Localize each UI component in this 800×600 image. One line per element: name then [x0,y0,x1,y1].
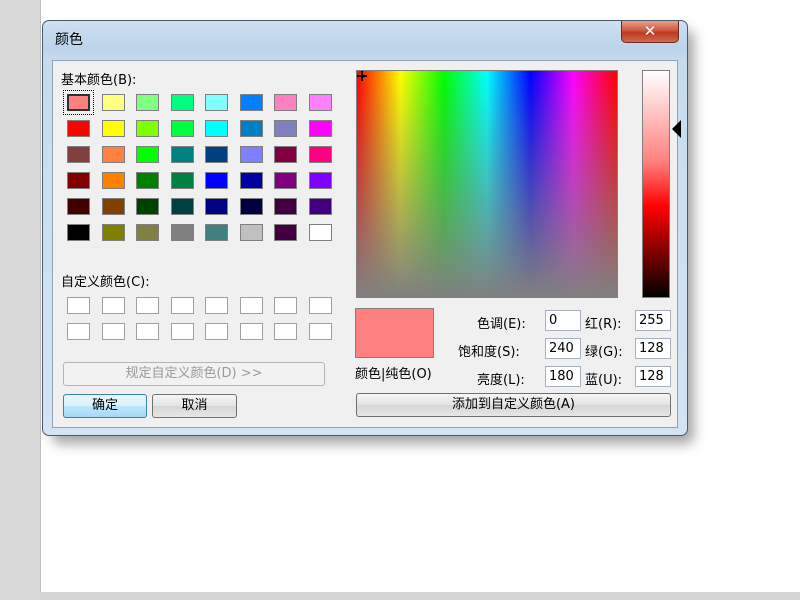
basic-color-swatch[interactable] [205,172,228,189]
basic-color-swatch[interactable] [67,172,90,189]
basic-color-swatch[interactable] [239,172,263,189]
basic-color-swatch[interactable] [136,146,159,163]
background-footer [40,592,800,600]
custom-color-swatch[interactable] [67,323,90,340]
basic-color-swatch[interactable] [170,94,194,111]
color-preview [355,308,434,358]
luminance-input[interactable]: 180 [545,366,581,387]
basic-color-swatch[interactable] [170,198,194,215]
basic-color-swatch[interactable] [308,146,332,163]
color-spectrum[interactable] [356,70,618,298]
custom-color-swatch[interactable] [170,323,194,340]
custom-color-swatch[interactable] [136,323,159,340]
basic-colors-label: 基本颜色(B): [61,73,137,88]
custom-color-swatch[interactable] [101,323,125,340]
luminance-arrow-icon[interactable] [672,120,681,138]
basic-color-swatch[interactable] [136,224,159,241]
basic-color-swatch[interactable] [101,198,125,215]
custom-color-swatch[interactable] [239,323,263,340]
basic-color-swatch[interactable] [101,224,125,241]
custom-color-swatch[interactable] [239,297,263,314]
custom-color-swatch[interactable] [308,323,332,340]
basic-color-swatch[interactable] [239,146,263,163]
basic-color-swatch[interactable] [67,146,90,163]
saturation-input[interactable]: 240 [545,338,581,359]
basic-color-swatch[interactable] [101,172,125,189]
basic-color-swatch[interactable] [136,172,159,189]
basic-color-swatch[interactable] [170,224,194,241]
color-dialog: 颜色 ✕ 基本颜色(B): 自定义颜色(C): 规定自定义颜色(D) >> 确定… [42,20,688,436]
basic-color-swatch[interactable] [239,224,263,241]
basic-color-swatch[interactable] [101,94,125,111]
basic-color-swatch[interactable] [205,198,228,215]
custom-color-swatch[interactable] [136,297,159,314]
basic-color-swatch[interactable] [308,120,332,137]
basic-color-swatch[interactable] [101,146,125,163]
custom-colors-label: 自定义颜色(C): [61,275,150,290]
define-custom-colors-button[interactable]: 规定自定义颜色(D) >> [63,362,325,386]
basic-color-swatch[interactable] [308,94,332,111]
basic-color-swatch[interactable] [274,172,297,189]
basic-color-swatch[interactable] [170,120,194,137]
basic-color-swatch[interactable] [274,94,297,111]
red-label: 红(R): [585,317,622,332]
custom-color-swatch[interactable] [101,297,125,314]
basic-color-swatch[interactable] [205,120,228,137]
custom-color-swatch[interactable] [274,297,297,314]
hue-input[interactable]: 0 [545,310,581,331]
basic-color-swatch[interactable] [205,224,228,241]
basic-color-swatch[interactable] [67,120,90,137]
basic-color-swatch[interactable] [136,198,159,215]
ok-button[interactable]: 确定 [63,394,147,418]
custom-color-swatch[interactable] [205,323,228,340]
crosshair-icon [357,71,367,81]
custom-color-swatch[interactable] [170,297,194,314]
basic-color-swatch[interactable] [274,120,297,137]
red-input[interactable]: 255 [635,310,671,331]
close-button[interactable]: ✕ [621,21,679,43]
luminance-slider[interactable] [642,70,670,298]
basic-color-swatch[interactable] [63,90,94,115]
basic-color-swatch[interactable] [170,146,194,163]
basic-color-swatch[interactable] [274,198,297,215]
custom-color-swatch[interactable] [308,297,332,314]
green-label: 绿(G): [585,345,623,360]
basic-color-swatch[interactable] [136,120,159,137]
basic-color-swatch[interactable] [205,94,228,111]
dialog-client: 基本颜色(B): 自定义颜色(C): 规定自定义颜色(D) >> 确定 取消 颜… [52,60,681,428]
basic-color-swatch[interactable] [308,224,332,241]
custom-color-swatch[interactable] [274,323,297,340]
basic-color-swatch[interactable] [67,198,90,215]
saturation-label: 饱和度(S): [458,345,520,360]
basic-color-swatch[interactable] [274,146,297,163]
luminance-label: 亮度(L): [477,373,525,388]
custom-color-swatch[interactable] [67,297,90,314]
cancel-button[interactable]: 取消 [152,394,237,418]
basic-color-swatch[interactable] [101,120,125,137]
hue-label: 色调(E): [477,317,526,332]
blue-label: 蓝(U): [585,373,623,388]
basic-color-swatch[interactable] [239,120,263,137]
basic-color-swatch[interactable] [136,94,159,111]
custom-color-swatch[interactable] [205,297,228,314]
basic-color-swatch[interactable] [170,172,194,189]
add-custom-color-button[interactable]: 添加到自定义颜色(A) [356,393,671,417]
dialog-title: 颜色 [55,32,83,48]
basic-color-swatch[interactable] [67,224,90,241]
basic-color-swatch[interactable] [239,198,263,215]
basic-color-swatch[interactable] [308,198,332,215]
color-solid-label: 颜色|纯色(O) [355,367,432,382]
basic-color-swatch[interactable] [274,224,297,241]
blue-input[interactable]: 128 [635,366,671,387]
background-panel [0,0,41,600]
close-icon: ✕ [643,22,657,40]
green-input[interactable]: 128 [635,338,671,359]
basic-color-swatch[interactable] [239,94,263,111]
basic-color-swatch[interactable] [308,172,332,189]
basic-color-swatch[interactable] [205,146,228,163]
